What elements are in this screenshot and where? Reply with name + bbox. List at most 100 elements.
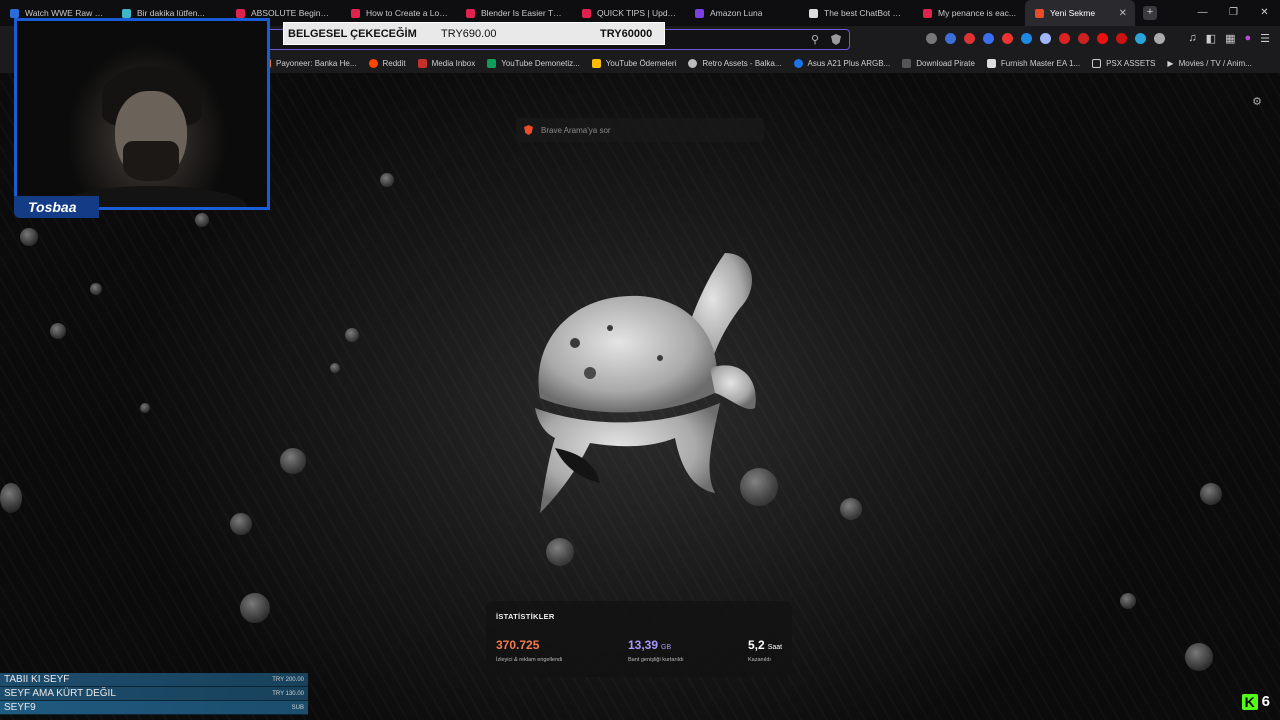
bookmark-item[interactable]: Media Inbox: [417, 58, 476, 68]
brave-shields-icon[interactable]: [831, 34, 841, 45]
bubble-decoration: [1185, 643, 1213, 671]
stat-value: 13,39: [628, 638, 659, 652]
bubble-decoration: [50, 323, 66, 339]
kick-logo-icon: K: [1241, 693, 1258, 710]
stat-trackers: 370.725 İzleyici & reklam engellendi: [496, 636, 562, 663]
new-tab-button[interactable]: +: [1143, 6, 1157, 20]
stat-value: 370.725: [496, 638, 540, 652]
donation-row: SEYF AMA KÜRT DEĞIL TRY 130.00: [0, 687, 308, 701]
bubble-decoration: [240, 593, 270, 623]
wallet-icon[interactable]: ▦: [1225, 32, 1235, 45]
extension-icon[interactable]: [1002, 33, 1013, 44]
bookmark-label: Reddit: [382, 58, 406, 68]
maximize-button[interactable]: ❐: [1218, 0, 1249, 26]
bookmark-item[interactable]: Asus A21 Plus ARGB...: [793, 58, 891, 68]
bookmark-label: Movies / TV / Anim...: [1178, 58, 1252, 68]
tab-favicon-icon: [809, 8, 818, 18]
bubble-decoration: [280, 448, 306, 474]
stat-time-saved: 5,2 Saat Kazanıldı: [748, 636, 782, 663]
folder-icon: [1092, 58, 1102, 68]
tab[interactable]: The best ChatBot and...: [799, 0, 913, 26]
reddit-icon: [368, 58, 378, 68]
pirate-icon: [902, 58, 912, 68]
tab-favicon-icon: [695, 8, 704, 18]
stats-widget: İSTATİSTİKLER 370.725 İzleyici & reklam …: [486, 601, 792, 677]
bookmark-folder[interactable]: PSX ASSETS: [1092, 58, 1156, 68]
tab-title: Watch WWE Raw Sma...: [25, 8, 104, 18]
streamer-name: Tosbaa: [14, 196, 99, 218]
brave-lion-icon: [524, 125, 533, 135]
extension-icon[interactable]: [964, 33, 975, 44]
extension-icon[interactable]: [1135, 33, 1146, 44]
close-tab-icon[interactable]: ✕: [1111, 8, 1127, 19]
bookmark-item[interactable]: Download Pirate: [902, 58, 975, 68]
vpn-icon[interactable]: ●: [1244, 32, 1251, 45]
bookmark-item[interactable]: Payoneer: Banka He...: [262, 58, 357, 68]
donation-row: SEYF9 SUB: [0, 701, 308, 715]
menu-icon[interactable]: ☰: [1260, 32, 1270, 45]
tab-title: My penance is eac...: [938, 8, 1016, 18]
extension-icon[interactable]: [1078, 33, 1089, 44]
bookmark-label: Media Inbox: [431, 58, 476, 68]
tab-active[interactable]: Yeni Sekme ✕: [1025, 0, 1135, 26]
sidebar-icon[interactable]: ◧: [1206, 32, 1216, 45]
music-icon[interactable]: ♫: [1188, 32, 1196, 45]
tab[interactable]: My penance is eac...: [913, 0, 1025, 26]
bookmark-item[interactable]: ▶ Movies / TV / Anim...: [1167, 59, 1251, 68]
extension-icon[interactable]: [1021, 33, 1032, 44]
bubble-decoration: [230, 513, 252, 535]
brave-search-ask-box[interactable]: Brave Arama'ya sor: [516, 118, 764, 142]
bubble-decoration: [330, 363, 340, 373]
bubble-decoration: [90, 283, 102, 295]
goal-current: TRY690.00: [441, 27, 497, 40]
extension-icon[interactable]: [1116, 33, 1127, 44]
stat-label: Kazanıldı: [748, 657, 771, 663]
tab-title: QUICK TIPS | Update H...: [597, 8, 677, 18]
gmail-icon: [417, 58, 427, 68]
tab-title: The best ChatBot and...: [824, 8, 905, 18]
extensions-puzzle-icon[interactable]: [1154, 33, 1165, 44]
tab-favicon-icon: [923, 8, 932, 18]
donation-text: TABII KI SEYF: [4, 674, 70, 685]
donation-text: SEYF AMA KÜRT DEĞIL: [4, 688, 116, 699]
stat-label: İzleyici & reklam engellendi: [496, 657, 563, 663]
minimize-button[interactable]: —: [1187, 0, 1218, 26]
ask-placeholder: Brave Arama'ya sor: [541, 125, 611, 135]
donation-row: TABII KI SEYF TRY 200.00: [0, 673, 308, 687]
bookmark-label: Retro Assets - Balka...: [702, 58, 782, 68]
tab-favicon-icon: [466, 8, 475, 18]
close-window-button[interactable]: ✕: [1249, 0, 1280, 26]
tab-title: Blender Is Easier Then...: [481, 8, 564, 18]
bookmark-label: PSX ASSETS: [1106, 58, 1156, 68]
bookmark-label: Asus A21 Plus ARGB...: [807, 58, 891, 68]
viewer-count: 6: [1261, 693, 1270, 710]
extension-icon[interactable]: [1097, 33, 1108, 44]
sheets-icon: [487, 58, 497, 68]
bubble-decoration: [380, 173, 394, 187]
goal-title: BELGESEL ÇEKECEĞİM: [288, 27, 417, 40]
bubble-decoration: [20, 228, 38, 246]
gear-icon[interactable]: ⚙: [1252, 95, 1262, 108]
tab-title: Bir dakika lütfen...: [137, 8, 205, 18]
extension-icon[interactable]: [926, 33, 937, 44]
bubble-decoration: [0, 483, 22, 513]
bubble-decoration: [345, 328, 359, 342]
bookmark-item[interactable]: Furnish Master EA 1...: [986, 58, 1080, 68]
bookmark-item[interactable]: YouTube Demonetiz...: [487, 58, 580, 68]
extension-icon[interactable]: [1040, 33, 1051, 44]
bookmark-item[interactable]: YouTube Ödemeleri: [591, 58, 677, 68]
play-icon: ▶: [1167, 58, 1174, 68]
extension-icon[interactable]: [983, 33, 994, 44]
bookmark-label: YouTube Ödemeleri: [605, 58, 677, 68]
bookmark-item[interactable]: Reddit: [368, 58, 406, 68]
tab[interactable]: Amazon Luna: [685, 0, 799, 26]
stat-label: Bant genişliği kurtarıldı: [628, 657, 684, 663]
tab-favicon-icon: [351, 8, 360, 18]
extension-icon[interactable]: [1059, 33, 1070, 44]
tab-title: Amazon Luna: [710, 8, 763, 18]
webcam-overlay: [14, 18, 270, 210]
extension-icon[interactable]: [945, 33, 956, 44]
search-icon[interactable]: ⚲: [811, 33, 819, 46]
bookmark-item[interactable]: Retro Assets - Balka...: [688, 58, 782, 68]
tab-favicon-icon: [10, 8, 19, 18]
